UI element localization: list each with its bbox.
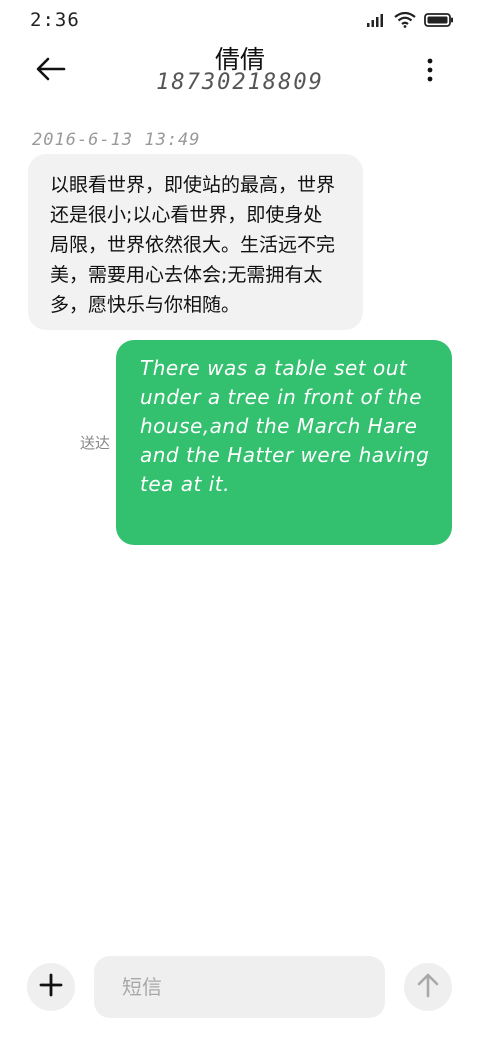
send-button[interactable]: [404, 963, 452, 1011]
status-bar: 2:36: [0, 0, 480, 44]
plus-icon: [39, 973, 63, 1001]
status-time: 2:36: [30, 9, 80, 31]
wifi-icon: [394, 11, 416, 32]
battery-icon: [424, 12, 454, 32]
message-composer: [0, 950, 480, 1030]
status-icons: [366, 11, 454, 32]
signal-icon: [366, 12, 386, 32]
conversation-header: 倩倩 18730218809: [0, 40, 480, 100]
sms-conversation-screen: 2:36 倩倩 18730218809 2016-6-13 13:49 以眼看世…: [0, 0, 480, 1040]
incoming-message-bubble[interactable]: 以眼看世界，即使站的最高，世界还是很小;以心看世界，即使身处局限，世界依然很大。…: [28, 154, 363, 330]
send-arrow-icon: [416, 972, 440, 1002]
delivery-status: 送达: [80, 434, 111, 452]
sms-input[interactable]: [94, 956, 385, 1018]
outgoing-message-text: There was a table set out under a tree i…: [140, 356, 430, 496]
contact-number: 18730218809: [156, 70, 324, 95]
message-timestamp: 2016-6-13 13:49: [32, 130, 201, 150]
more-vertical-icon: [420, 58, 440, 88]
incoming-message-text: 以眼看世界，即使站的最高，世界还是很小;以心看世界，即使身处局限，世界依然很大。…: [50, 174, 336, 316]
more-options-button[interactable]: [420, 56, 440, 84]
add-attachment-button[interactable]: [27, 963, 75, 1011]
outgoing-message-bubble[interactable]: There was a table set out under a tree i…: [116, 340, 452, 545]
